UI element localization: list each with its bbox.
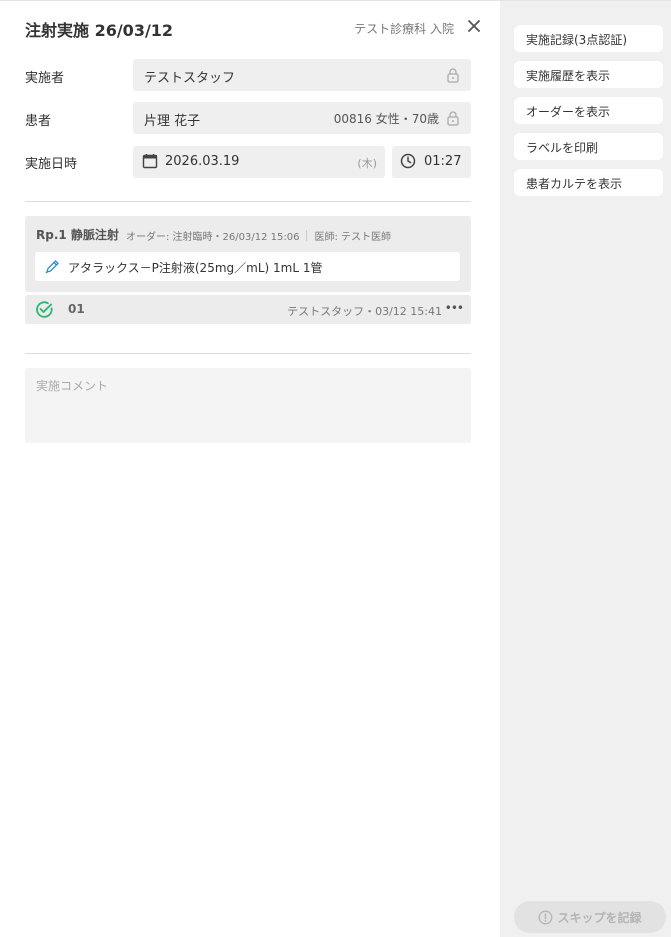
page-title: 注射実施 26/03/12 [25,21,174,40]
performer-value: テストスタッフ [144,71,236,86]
performer-field: テストスタッフ [133,59,471,91]
close-icon [468,20,480,32]
comment-input[interactable] [25,368,471,443]
performer-label: 実施者 [25,71,65,86]
weekday-value: (木) [357,157,377,170]
info-circle-icon [539,910,553,924]
lock-icon [447,68,459,83]
show-history-button[interactable]: 実施履歴を表示 [514,61,663,88]
skip-record-button[interactable]: スキップを記録 [514,901,666,933]
datetime-label: 実施日時 [25,157,78,172]
patient-info: 00816 女性・70歳 [333,112,439,126]
rp-order: オーダー: 注射臨時・26/03/12 15:06 [126,232,300,243]
rp-meta: オーダー: 注射臨時・26/03/12 15:06 医師: テスト医師 [126,228,391,243]
close-button[interactable] [463,15,485,37]
rp-title: Rp.1 静脈注射 [36,228,119,242]
more-menu-button[interactable]: ••• [445,301,464,315]
time-field[interactable]: 01:27 [392,146,471,178]
show-order-button[interactable]: オーダーを表示 [514,97,663,124]
date-value: 2026.03.19 [165,154,240,169]
print-label-button[interactable]: ラベルを印刷 [514,133,663,160]
action-sidebar: 実施記録(3点認証) 実施履歴を表示 オーダーを表示 ラベルを印刷 患者カルテを… [500,1,671,937]
meta-separator [306,230,308,241]
date-field[interactable]: 2026.03.19 (木) [133,146,385,178]
status-performer: テストスタッフ・03/12 15:41 [287,305,442,318]
rp-doctor: 医師: テスト医師 [314,232,392,243]
skip-label: スキップを記録 [557,910,642,925]
calendar-icon [142,154,158,169]
rp-card: Rp.1 静脈注射 オーダー: 注射臨時・26/03/12 15:06 医師: テ… [25,216,471,292]
divider [25,201,471,202]
dialog-header: 注射実施 26/03/12 テスト診療科 入院 [25,15,485,41]
drug-name: アタラックス－P注射液(25mg／mL) 1mL 1管 [68,261,323,275]
patient-field: 片理 花子 00816 女性・70歳 [133,102,471,134]
execution-status-row: 01 テストスタッフ・03/12 15:41 ••• [25,295,471,324]
department-label: テスト診療科 入院 [354,22,454,36]
show-chart-button[interactable]: 患者カルテを表示 [514,169,663,196]
record-3point-button[interactable]: 実施記録(3点認証) [514,25,663,52]
clock-icon [400,153,416,169]
patient-label: 患者 [25,114,52,129]
lock-icon [447,111,459,126]
main-panel: 注射実施 26/03/12 テスト診療科 入院 実施者 テストスタッフ 患者 片… [0,1,500,937]
status-number: 01 [68,302,85,316]
drug-item[interactable]: アタラックス－P注射液(25mg／mL) 1mL 1管 [35,252,460,281]
divider [25,353,471,354]
pen-icon [45,260,59,274]
time-value: 01:27 [424,154,462,169]
patient-name: 片理 花子 [144,114,201,129]
check-circle-icon [36,301,53,318]
